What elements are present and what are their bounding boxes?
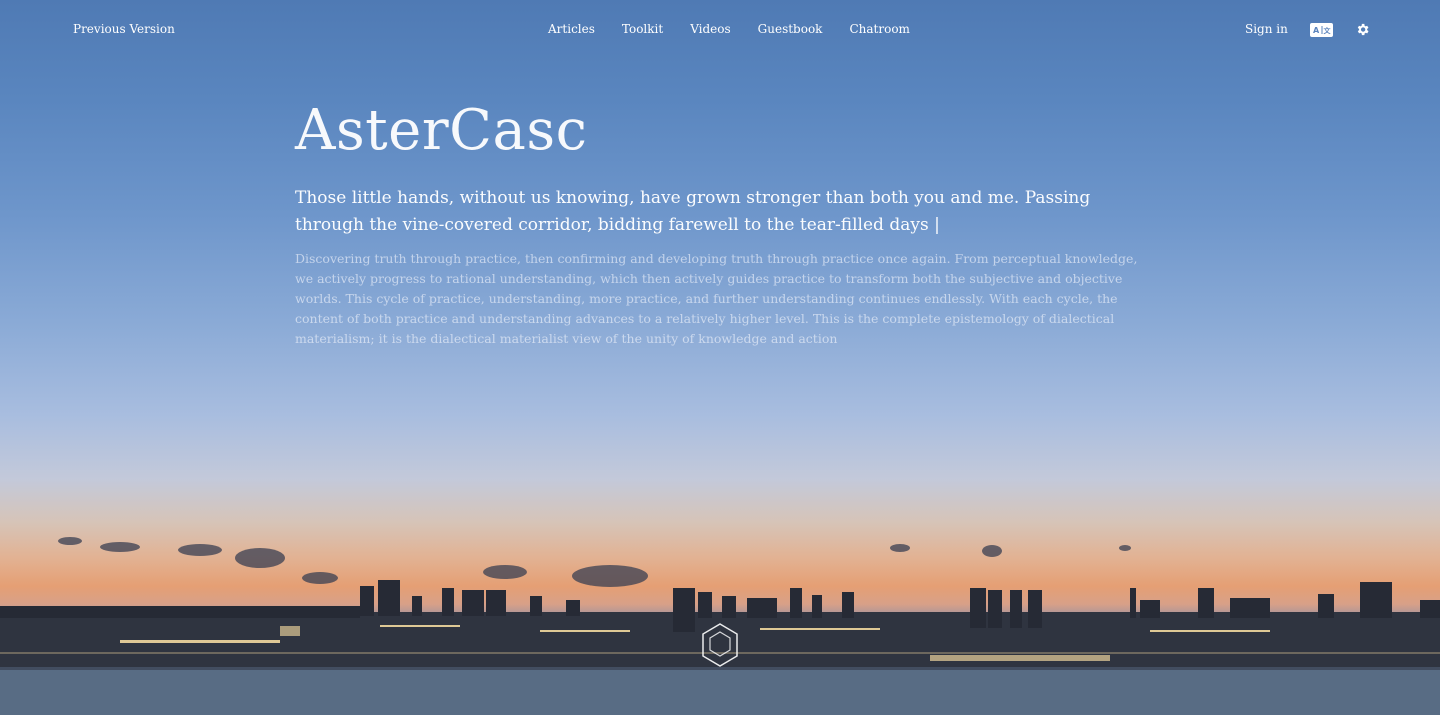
translate-icon[interactable]: A 文 <box>1310 23 1333 37</box>
hexagon-logo-icon[interactable] <box>700 622 740 668</box>
hero-section: AsterCasc Those little hands, without us… <box>295 95 1155 349</box>
site-title: AsterCasc <box>295 98 588 163</box>
nav-videos[interactable]: Videos <box>690 22 730 36</box>
clouds <box>58 537 1131 587</box>
top-navigation-bar: Previous Version Articles Toolkit Videos… <box>0 0 1440 60</box>
nav-articles[interactable]: Articles <box>548 22 595 36</box>
svg-text:A: A <box>1313 26 1320 35</box>
nav-toolkit[interactable]: Toolkit <box>622 22 663 36</box>
nav-chatroom[interactable]: Chatroom <box>849 22 909 36</box>
nav-guestbook[interactable]: Guestbook <box>758 22 823 36</box>
hero-subtitle: Those little hands, without us knowing, … <box>295 188 1091 235</box>
gear-icon[interactable] <box>1355 22 1370 37</box>
sign-in-link[interactable]: Sign in <box>1245 22 1288 36</box>
main-nav: Articles Toolkit Videos Guestbook Chatro… <box>548 22 910 36</box>
previous-version-link[interactable]: Previous Version <box>73 22 175 36</box>
svg-text:文: 文 <box>1324 26 1332 35</box>
hero-quote: Discovering truth through practice, then… <box>295 251 1138 346</box>
